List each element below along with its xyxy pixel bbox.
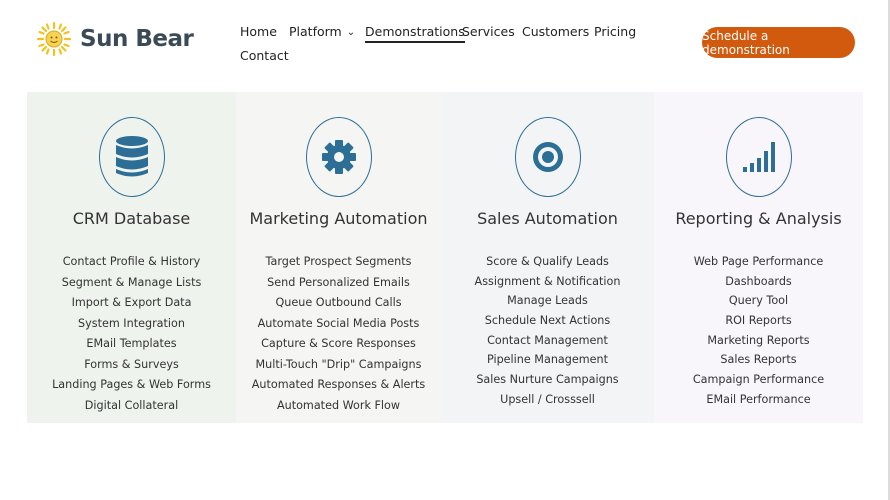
nav-platform[interactable]: Platform ⌄ (289, 24, 355, 39)
marketing-icon-badge (305, 117, 372, 197)
nav-contact[interactable]: Contact (240, 48, 289, 63)
features-section: CRM Database Contact Profile & History S… (27, 92, 863, 423)
crm-icon-badge (98, 117, 165, 197)
feature-list-item: Landing Pages & Web Forms (52, 378, 211, 391)
feature-list-item: Schedule Next Actions (484, 314, 611, 328)
feature-list: Contact Profile & History Segment & Mana… (27, 254, 236, 418)
feature-list-item: System Integration (78, 316, 185, 330)
brand-name: Sun Bear (80, 26, 194, 52)
feature-list-item: Automate Social Media Posts (257, 316, 420, 330)
feature-list-item: Assignment & Notification (474, 274, 621, 288)
feature-list: Target Prospect Segments Send Personaliz… (236, 254, 441, 418)
feature-list: Web Page Performance Dashboards Query To… (654, 254, 863, 412)
feature-list-item: Send Personalized Emails (267, 275, 410, 289)
brand-logo[interactable]: Sun Bear (36, 21, 194, 57)
sales-icon-badge (514, 117, 581, 197)
feature-list-item: Sales Reports (720, 353, 797, 367)
feature-column-reporting: Reporting & Analysis Web Page Performanc… (654, 92, 863, 423)
feature-list-item: Forms & Surveys (84, 357, 179, 371)
nav-services[interactable]: Services (462, 24, 515, 39)
feature-title: Reporting & Analysis (675, 209, 842, 228)
nav-platform-label: Platform (289, 24, 342, 39)
feature-list-item: Target Prospect Segments (265, 255, 412, 268)
feature-list-item: Query Tool (728, 294, 789, 308)
schedule-demo-button[interactable]: Schedule a demonstration (702, 27, 855, 58)
nav-demonstrations[interactable]: Demonstrations (365, 24, 465, 43)
feature-list-item: Contact Management (487, 333, 608, 347)
target-icon (532, 142, 563, 172)
feature-list-item: Manage Leads (507, 294, 588, 308)
feature-column-marketing: Marketing Automation Target Prospect Seg… (236, 92, 441, 423)
nav-pricing[interactable]: Pricing (594, 24, 636, 39)
feature-list-item: Digital Collateral (84, 398, 179, 412)
feature-list-item: Campaign Performance (692, 373, 825, 387)
feature-list-item: Import & Export Data (71, 296, 192, 309)
feature-list-item: Score & Qualify Leads (486, 255, 609, 268)
feature-list-item: Upsell / Crosssell (500, 392, 595, 406)
database-icon (115, 136, 148, 177)
chevron-down-icon: ⌄ (346, 27, 356, 38)
feature-list-item: Multi-Touch "Drip" Campaigns (255, 357, 422, 371)
feature-list-item: Queue Outbound Calls (275, 296, 402, 309)
site-header: Sun Bear Home Platform ⌄ Demonstrations S… (0, 0, 890, 80)
feature-list-item: ROI Reports (725, 314, 792, 328)
feature-title: Marketing Automation (249, 209, 428, 228)
feature-column-crm: CRM Database Contact Profile & History S… (27, 92, 236, 423)
feature-list: Score & Qualify Leads Assignment & Notif… (441, 254, 654, 412)
feature-list-item: Automated Work Flow (276, 398, 401, 412)
feature-list-item: Web Page Performance (693, 255, 824, 268)
feature-list-item: Capture & Score Responses (261, 337, 416, 350)
feature-list-item: Pipeline Management (486, 353, 609, 367)
feature-column-sales: Sales Automation Score & Qualify Leads A… (441, 92, 654, 423)
nav-customers[interactable]: Customers (522, 24, 589, 39)
sun-icon (36, 21, 72, 57)
feature-list-item: Marketing Reports (707, 333, 810, 347)
signal-bars-icon (742, 142, 775, 172)
feature-list-item: EMail Templates (86, 337, 177, 350)
reporting-icon-badge (725, 117, 792, 197)
feature-title: Sales Automation (477, 209, 618, 228)
feature-title: CRM Database (72, 209, 191, 228)
nav-home[interactable]: Home (240, 24, 277, 39)
feature-list-item: Dashboards (725, 274, 792, 288)
feature-list-item: EMail Performance (706, 392, 811, 406)
gear-icon (321, 140, 356, 174)
feature-list-item: Sales Nurture Campaigns (476, 373, 619, 387)
feature-list-item: Segment & Manage Lists (61, 275, 202, 289)
feature-list-item: Automated Responses & Alerts (251, 378, 426, 391)
feature-list-item: Contact Profile & History (62, 255, 201, 268)
